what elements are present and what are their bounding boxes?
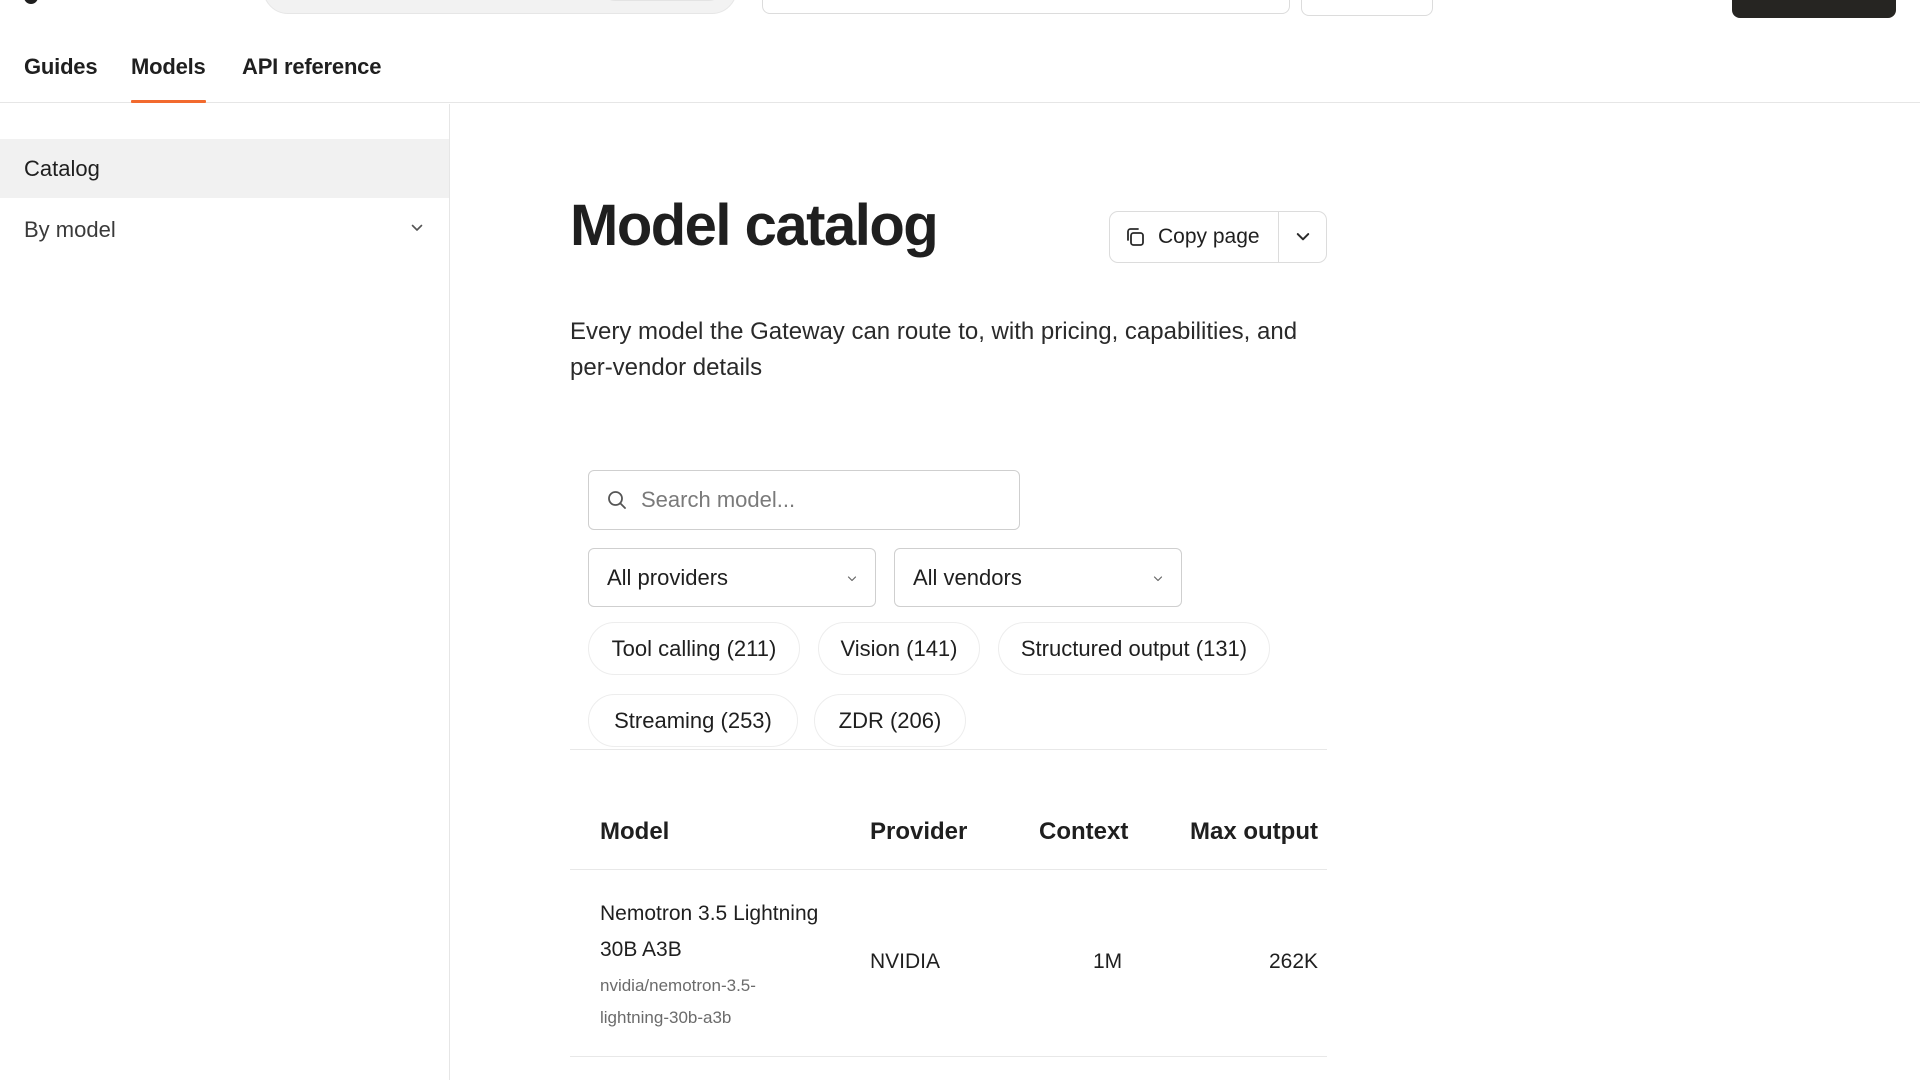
table-row[interactable]: Nemotron 3.5 Lightning 30B A3B nvidia/ne… (570, 870, 1327, 1057)
provider-select[interactable]: All providers (588, 548, 876, 607)
filter-chip-structured-output[interactable]: Structured output (131) (998, 622, 1270, 675)
tab-models[interactable]: Models (131, 54, 206, 80)
provider-select-value: All providers (607, 564, 729, 590)
column-header-provider[interactable]: Provider (870, 818, 967, 846)
column-header-max-output[interactable]: Max output (1190, 818, 1318, 846)
chevron-down-icon (1296, 233, 1309, 241)
sidebar-item-label: By model (24, 216, 116, 242)
model-max-output: 262K (1269, 950, 1319, 973)
column-header-context[interactable]: Context (1039, 818, 1128, 846)
top-bar (0, 0, 1920, 20)
filter-chip-zdr[interactable]: ZDR (206) (814, 694, 966, 747)
model-search-input[interactable] (641, 487, 1001, 513)
model-provider: NVIDIA (870, 950, 941, 973)
sidebar-item-by-model[interactable]: By model (0, 200, 449, 259)
chevron-down-icon (847, 576, 857, 582)
copy-page-control: Copy page (1109, 211, 1327, 263)
main-content: Model catalog Copy page Every model the … (450, 104, 1920, 1080)
filter-chip-streaming[interactable]: Streaming (253) (588, 694, 798, 747)
search-shortcut-hint (602, 0, 722, 1)
model-search-box[interactable] (588, 470, 1020, 530)
top-primary-button[interactable] (1732, 0, 1896, 18)
catalog-filters: All providers All vendors Tool calling (… (570, 444, 1327, 750)
copy-page-options-button[interactable] (1279, 212, 1326, 262)
sidebar: Catalog By model (0, 104, 450, 1080)
filter-chip-tool-calling[interactable]: Tool calling (211) (588, 622, 800, 675)
copy-page-button[interactable]: Copy page (1110, 212, 1279, 262)
top-secondary-button[interactable] (1301, 0, 1433, 16)
table-header: Model Provider Context Max output (570, 750, 1327, 870)
copy-page-label: Copy page (1158, 225, 1260, 248)
page-description: Every model the Gateway can route to, wi… (570, 318, 1298, 381)
tab-guides[interactable]: Guides (24, 54, 98, 80)
copy-icon (1127, 228, 1144, 246)
model-context: 1M (1093, 950, 1123, 973)
sidebar-item-catalog[interactable]: Catalog (0, 139, 449, 198)
active-tab-indicator (131, 100, 206, 103)
page-title: Model catalog (570, 193, 939, 258)
sidebar-item-label: Catalog (24, 155, 100, 181)
model-id: nvidia/nemotron-3.5-lightning-30b-a3b (600, 976, 756, 1027)
global-search-bar[interactable] (263, 0, 737, 14)
model-table: Model Provider Context Max output Nemotr… (570, 750, 1327, 1057)
column-header-model[interactable]: Model (600, 818, 669, 846)
filter-chip-vision[interactable]: Vision (141) (818, 622, 980, 675)
model-name[interactable]: Nemotron 3.5 Lightning 30B A3B (600, 896, 820, 968)
chevron-down-icon (1153, 576, 1163, 582)
vendor-select[interactable]: All vendors (894, 548, 1182, 607)
top-input-field[interactable] (762, 0, 1290, 14)
tab-api-reference[interactable]: API reference (242, 54, 381, 80)
vendor-select-value: All vendors (913, 564, 1022, 590)
model-catalog-card: All providers All vendors Tool calling (… (570, 444, 1327, 1080)
logo[interactable] (24, 0, 38, 4)
chevron-down-icon (411, 224, 423, 231)
primary-tabs: Guides Models API reference (0, 38, 1920, 103)
search-icon (608, 491, 626, 509)
